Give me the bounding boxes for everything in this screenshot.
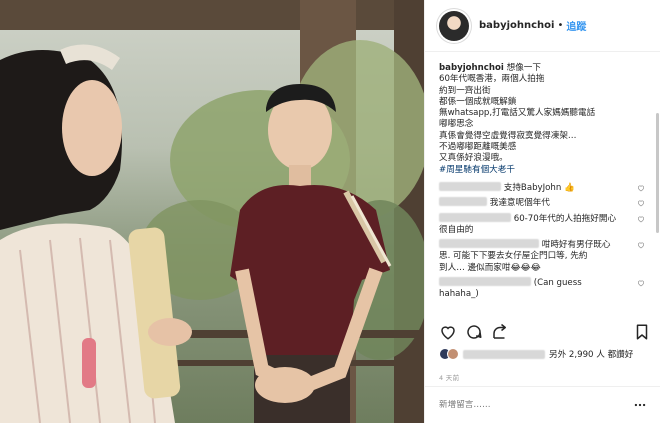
comments-list[interactable]: babyjohnchoi 想像一下 60年代嘅香港，兩個人拍拖 約到一齊出街 都… bbox=[425, 53, 660, 315]
caption-line: 又真係好浪漫哦。 bbox=[439, 153, 508, 164]
share-icon[interactable] bbox=[491, 323, 509, 341]
separator-dot: • bbox=[557, 20, 564, 31]
bookmark-icon[interactable] bbox=[633, 323, 651, 341]
comment-icon[interactable] bbox=[465, 323, 483, 341]
caption-username[interactable]: babyjohnchoi bbox=[439, 63, 504, 73]
comment-text-line3: 到人… 邊似而家咁😂😂😂 bbox=[439, 262, 541, 273]
blurred-username bbox=[439, 197, 487, 207]
comment-text: 咁時好有男仔既心 bbox=[541, 240, 611, 251]
heart-icon[interactable] bbox=[439, 323, 457, 341]
blurred-username bbox=[439, 212, 511, 222]
blurred-username bbox=[439, 181, 501, 191]
post-side-panel: babyjohnchoi • 追蹤 babyjohnchoi 想像一下 60年代… bbox=[424, 0, 660, 423]
caption-line: 都係一個成就嘅解鎖 bbox=[439, 96, 517, 107]
comment-text: 60-70年代的人拍拖好開心 bbox=[513, 213, 617, 224]
caption-line: 約到一齊出街 bbox=[439, 85, 491, 96]
comment-like-icon[interactable] bbox=[637, 279, 645, 287]
comments-scrollbar[interactable] bbox=[656, 113, 659, 233]
caption-line: 想像一下 bbox=[506, 63, 541, 73]
photo-illustration bbox=[0, 0, 424, 423]
comment-item: 咁時好有男仔既心 思. 可能下下要去女仔屋企門口等, 先約 到人… 邊似而家咁😂… bbox=[439, 239, 647, 274]
comment-text-line2: 思. 可能下下要去女仔屋企門口等, 先約 bbox=[439, 251, 588, 262]
comment-like-icon[interactable] bbox=[637, 199, 645, 207]
comment-like-icon[interactable] bbox=[637, 184, 645, 192]
comment-text-line2: hahaha_) bbox=[439, 289, 479, 300]
likes-row[interactable]: 另外 2,990 人 都讚好 bbox=[439, 348, 633, 360]
blurred-username bbox=[439, 239, 539, 249]
likes-count[interactable]: 另外 2,990 人 都讚好 bbox=[549, 348, 633, 360]
post-time[interactable]: 4 天前 bbox=[439, 372, 459, 382]
comment-item: 我達意呢個年代 bbox=[439, 197, 647, 209]
post-header: babyjohnchoi • 追蹤 bbox=[425, 0, 660, 52]
comment-text-line2: 很自由的 bbox=[439, 224, 474, 235]
comment-item: 60-70年代的人拍拖好開心 很自由的 bbox=[439, 212, 647, 237]
action-bar bbox=[439, 323, 651, 343]
blurred-username bbox=[463, 349, 545, 359]
caption-hashtag[interactable]: #周星馳有個大老千 bbox=[439, 165, 647, 176]
comment-item: (Can guess hahaha_) bbox=[439, 277, 647, 301]
comment-like-icon[interactable] bbox=[637, 241, 645, 249]
caption-line: 不過嘟嘟距離嘅美感 bbox=[439, 142, 517, 153]
comment-item: 支持BabyJohn 👍 bbox=[439, 181, 647, 194]
post-caption: babyjohnchoi 想像一下 60年代嘅香港，兩個人拍拖 約到一齊出街 都… bbox=[439, 63, 647, 176]
author-avatar[interactable] bbox=[439, 10, 469, 41]
caption-line: 嘟嘟思念 bbox=[439, 119, 474, 130]
caption-line: 無whatsapp,打電話又驚人家媽媽聽電話 bbox=[439, 108, 596, 119]
comment-text: (Can guess bbox=[533, 278, 582, 289]
caption-line: 60年代嘅香港，兩個人拍拖 bbox=[439, 74, 545, 85]
more-icon[interactable] bbox=[633, 398, 647, 412]
post-photo[interactable] bbox=[0, 0, 424, 423]
comment-text: 支持BabyJohn 👍 bbox=[503, 182, 575, 193]
liker-avatar[interactable] bbox=[447, 348, 459, 360]
add-comment-bar bbox=[425, 386, 660, 423]
follow-button[interactable]: 追蹤 bbox=[566, 18, 586, 33]
add-comment-input[interactable] bbox=[439, 400, 633, 410]
comment-like-icon[interactable] bbox=[637, 215, 645, 223]
caption-line: 真係會覺得空虛覺得寂寞覺得凍架… bbox=[439, 130, 577, 141]
comment-text: 我達意呢個年代 bbox=[489, 198, 550, 209]
author-username[interactable]: babyjohnchoi bbox=[479, 20, 554, 31]
blurred-username bbox=[439, 277, 531, 287]
